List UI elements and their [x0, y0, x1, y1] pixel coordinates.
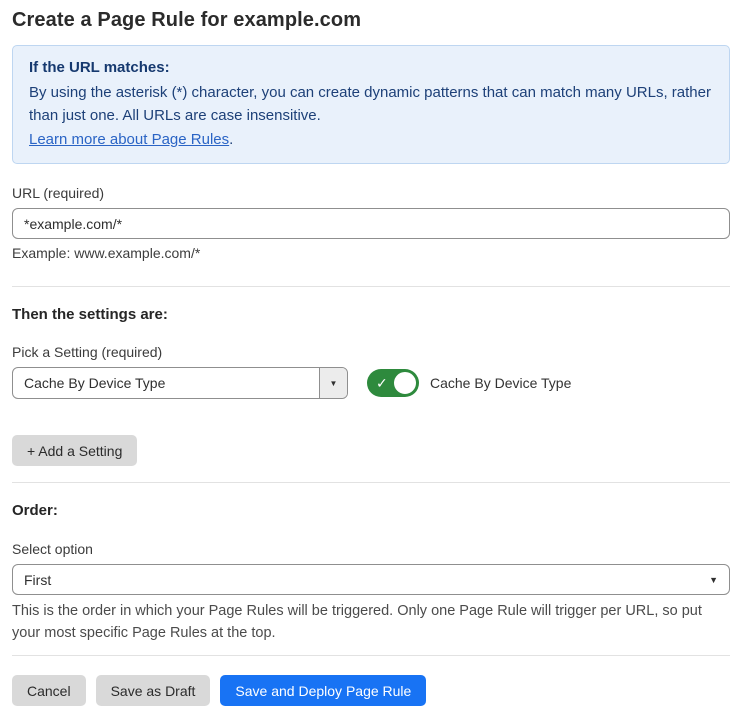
- divider: [12, 482, 730, 483]
- create-page-rule-form: Create a Page Rule for example.com If th…: [0, 0, 750, 706]
- order-select-value: First: [24, 572, 51, 588]
- setting-toggle-label: Cache By Device Type: [430, 375, 571, 391]
- setting-row: Cache By Device Type ▼ ✓ Cache By Device…: [12, 367, 730, 399]
- setting-toggle[interactable]: ✓: [367, 369, 419, 397]
- url-example-text: Example: www.example.com/*: [12, 245, 730, 262]
- setting-select-arrow-button[interactable]: ▼: [319, 368, 347, 398]
- page-title: Create a Page Rule for example.com: [12, 6, 730, 34]
- info-box-body: By using the asterisk (*) character, you…: [29, 81, 713, 127]
- chevron-down-icon: ▼: [709, 575, 718, 585]
- settings-section-heading: Then the settings are:: [12, 305, 730, 325]
- cancel-button[interactable]: Cancel: [12, 675, 86, 706]
- divider: [12, 655, 730, 656]
- url-field-label: URL (required): [12, 185, 730, 202]
- save-as-draft-button[interactable]: Save as Draft: [96, 675, 211, 706]
- add-setting-button[interactable]: + Add a Setting: [12, 435, 137, 466]
- link-suffix: .: [229, 131, 233, 148]
- order-select[interactable]: First ▼: [12, 564, 730, 595]
- form-actions: Cancel Save as Draft Save and Deploy Pag…: [12, 675, 730, 706]
- order-section-heading: Order:: [12, 501, 730, 521]
- info-box-link-row: Learn more about Page Rules.: [29, 128, 713, 151]
- toggle-knob: [393, 371, 417, 395]
- order-select-label: Select option: [12, 541, 730, 558]
- url-input[interactable]: [12, 208, 730, 239]
- learn-more-link[interactable]: Learn more about Page Rules: [29, 131, 229, 148]
- url-match-info-box: If the URL matches: By using the asteris…: [12, 45, 730, 164]
- divider: [12, 286, 730, 287]
- setting-select[interactable]: Cache By Device Type ▼: [12, 367, 348, 399]
- check-icon: ✓: [376, 376, 388, 390]
- setting-picker-label: Pick a Setting (required): [12, 344, 730, 361]
- save-and-deploy-button[interactable]: Save and Deploy Page Rule: [220, 675, 426, 706]
- order-help-text: This is the order in which your Page Rul…: [12, 600, 730, 644]
- setting-select-value: Cache By Device Type: [13, 368, 319, 398]
- chevron-down-icon: ▼: [330, 379, 338, 388]
- info-box-heading: If the URL matches:: [29, 57, 713, 79]
